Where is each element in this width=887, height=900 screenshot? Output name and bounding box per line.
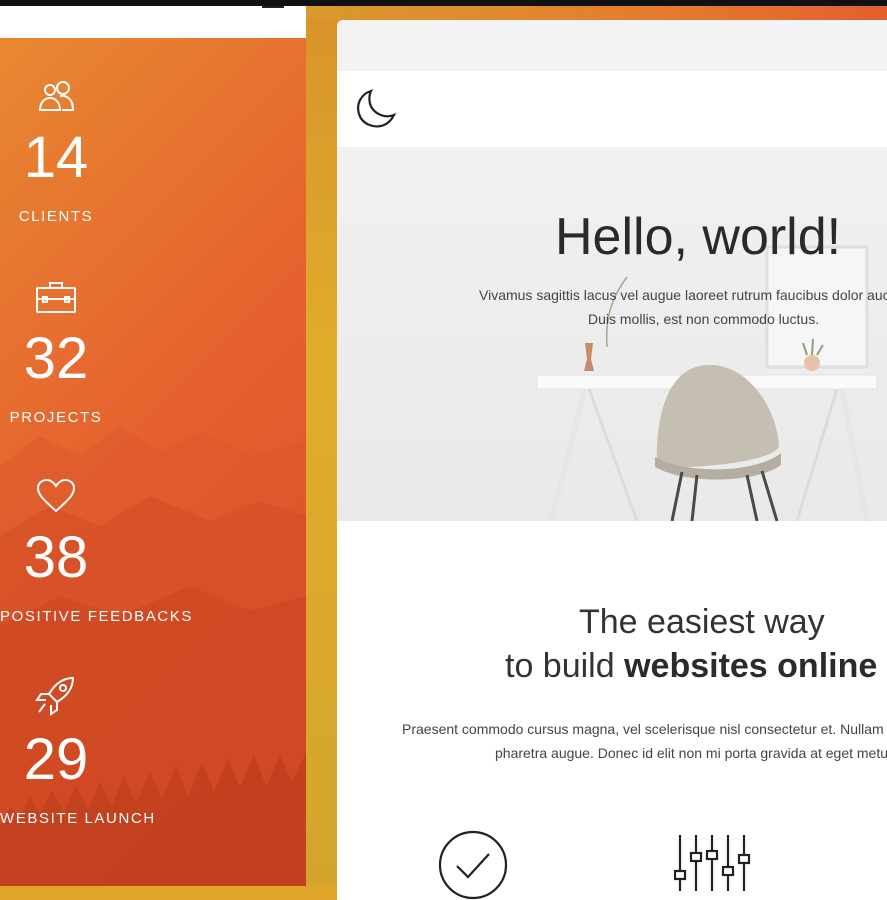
heart-icon xyxy=(36,478,76,513)
stat-label: CLIENTS xyxy=(18,208,94,225)
preview-topbar xyxy=(337,20,887,71)
menu-line-icon[interactable] xyxy=(262,6,284,8)
stat-launch: 29 WEBSITE LAUNCH xyxy=(0,676,156,827)
section-heading-line1: The easiest way xyxy=(579,603,825,641)
briefcase-icon xyxy=(36,282,76,313)
stats-panel: 14 CLIENTS 32 PROJECTS 38 POSITIVE FEEDB… xyxy=(0,0,306,886)
stat-value: 29 xyxy=(23,727,89,792)
stat-value: 14 xyxy=(23,125,89,190)
moon-logo-icon[interactable] xyxy=(353,87,397,131)
website-preview: Hello, world! Vivamus sagittis lacus vel… xyxy=(337,20,887,900)
stat-value: 38 xyxy=(23,525,89,590)
section-heading-line2: to build websites online xyxy=(505,647,877,686)
preview-navbar xyxy=(337,71,887,147)
users-icon xyxy=(38,81,75,111)
hero-subtitle-line1: Vivamus sagittis lacus vel augue laoreet… xyxy=(479,287,887,303)
stat-label: PROJECTS xyxy=(9,409,103,426)
stat-label: WEBSITE LAUNCH xyxy=(0,810,156,827)
check-circle-icon xyxy=(438,830,508,900)
hero-section: Hello, world! Vivamus sagittis lacus vel… xyxy=(337,147,887,521)
section-paragraph-line2: pharetra augue. Donec id elit non mi por… xyxy=(495,745,887,761)
heading-prefix: to build xyxy=(505,647,625,685)
features-section: The easiest way to build websites online… xyxy=(337,521,887,900)
sliders-icon xyxy=(674,835,751,891)
rocket-icon xyxy=(35,676,75,716)
stat-clients: 14 CLIENTS xyxy=(0,80,112,225)
stat-label: POSITIVE FEEDBACKS xyxy=(0,608,194,625)
hero-title: Hello, world! xyxy=(555,208,842,266)
stat-value: 32 xyxy=(23,326,89,391)
desk-scene-image xyxy=(536,245,878,521)
top-strip xyxy=(0,0,887,6)
heading-bold: websites online xyxy=(624,647,878,685)
stat-feedbacks: 38 POSITIVE FEEDBACKS xyxy=(0,478,194,625)
stat-projects: 32 PROJECTS xyxy=(0,279,112,426)
section-paragraph-line1: Praesent commodo cursus magna, vel scele… xyxy=(402,721,887,737)
hero-subtitle-line2: Duis mollis, est non commodo luctus. xyxy=(588,311,820,327)
